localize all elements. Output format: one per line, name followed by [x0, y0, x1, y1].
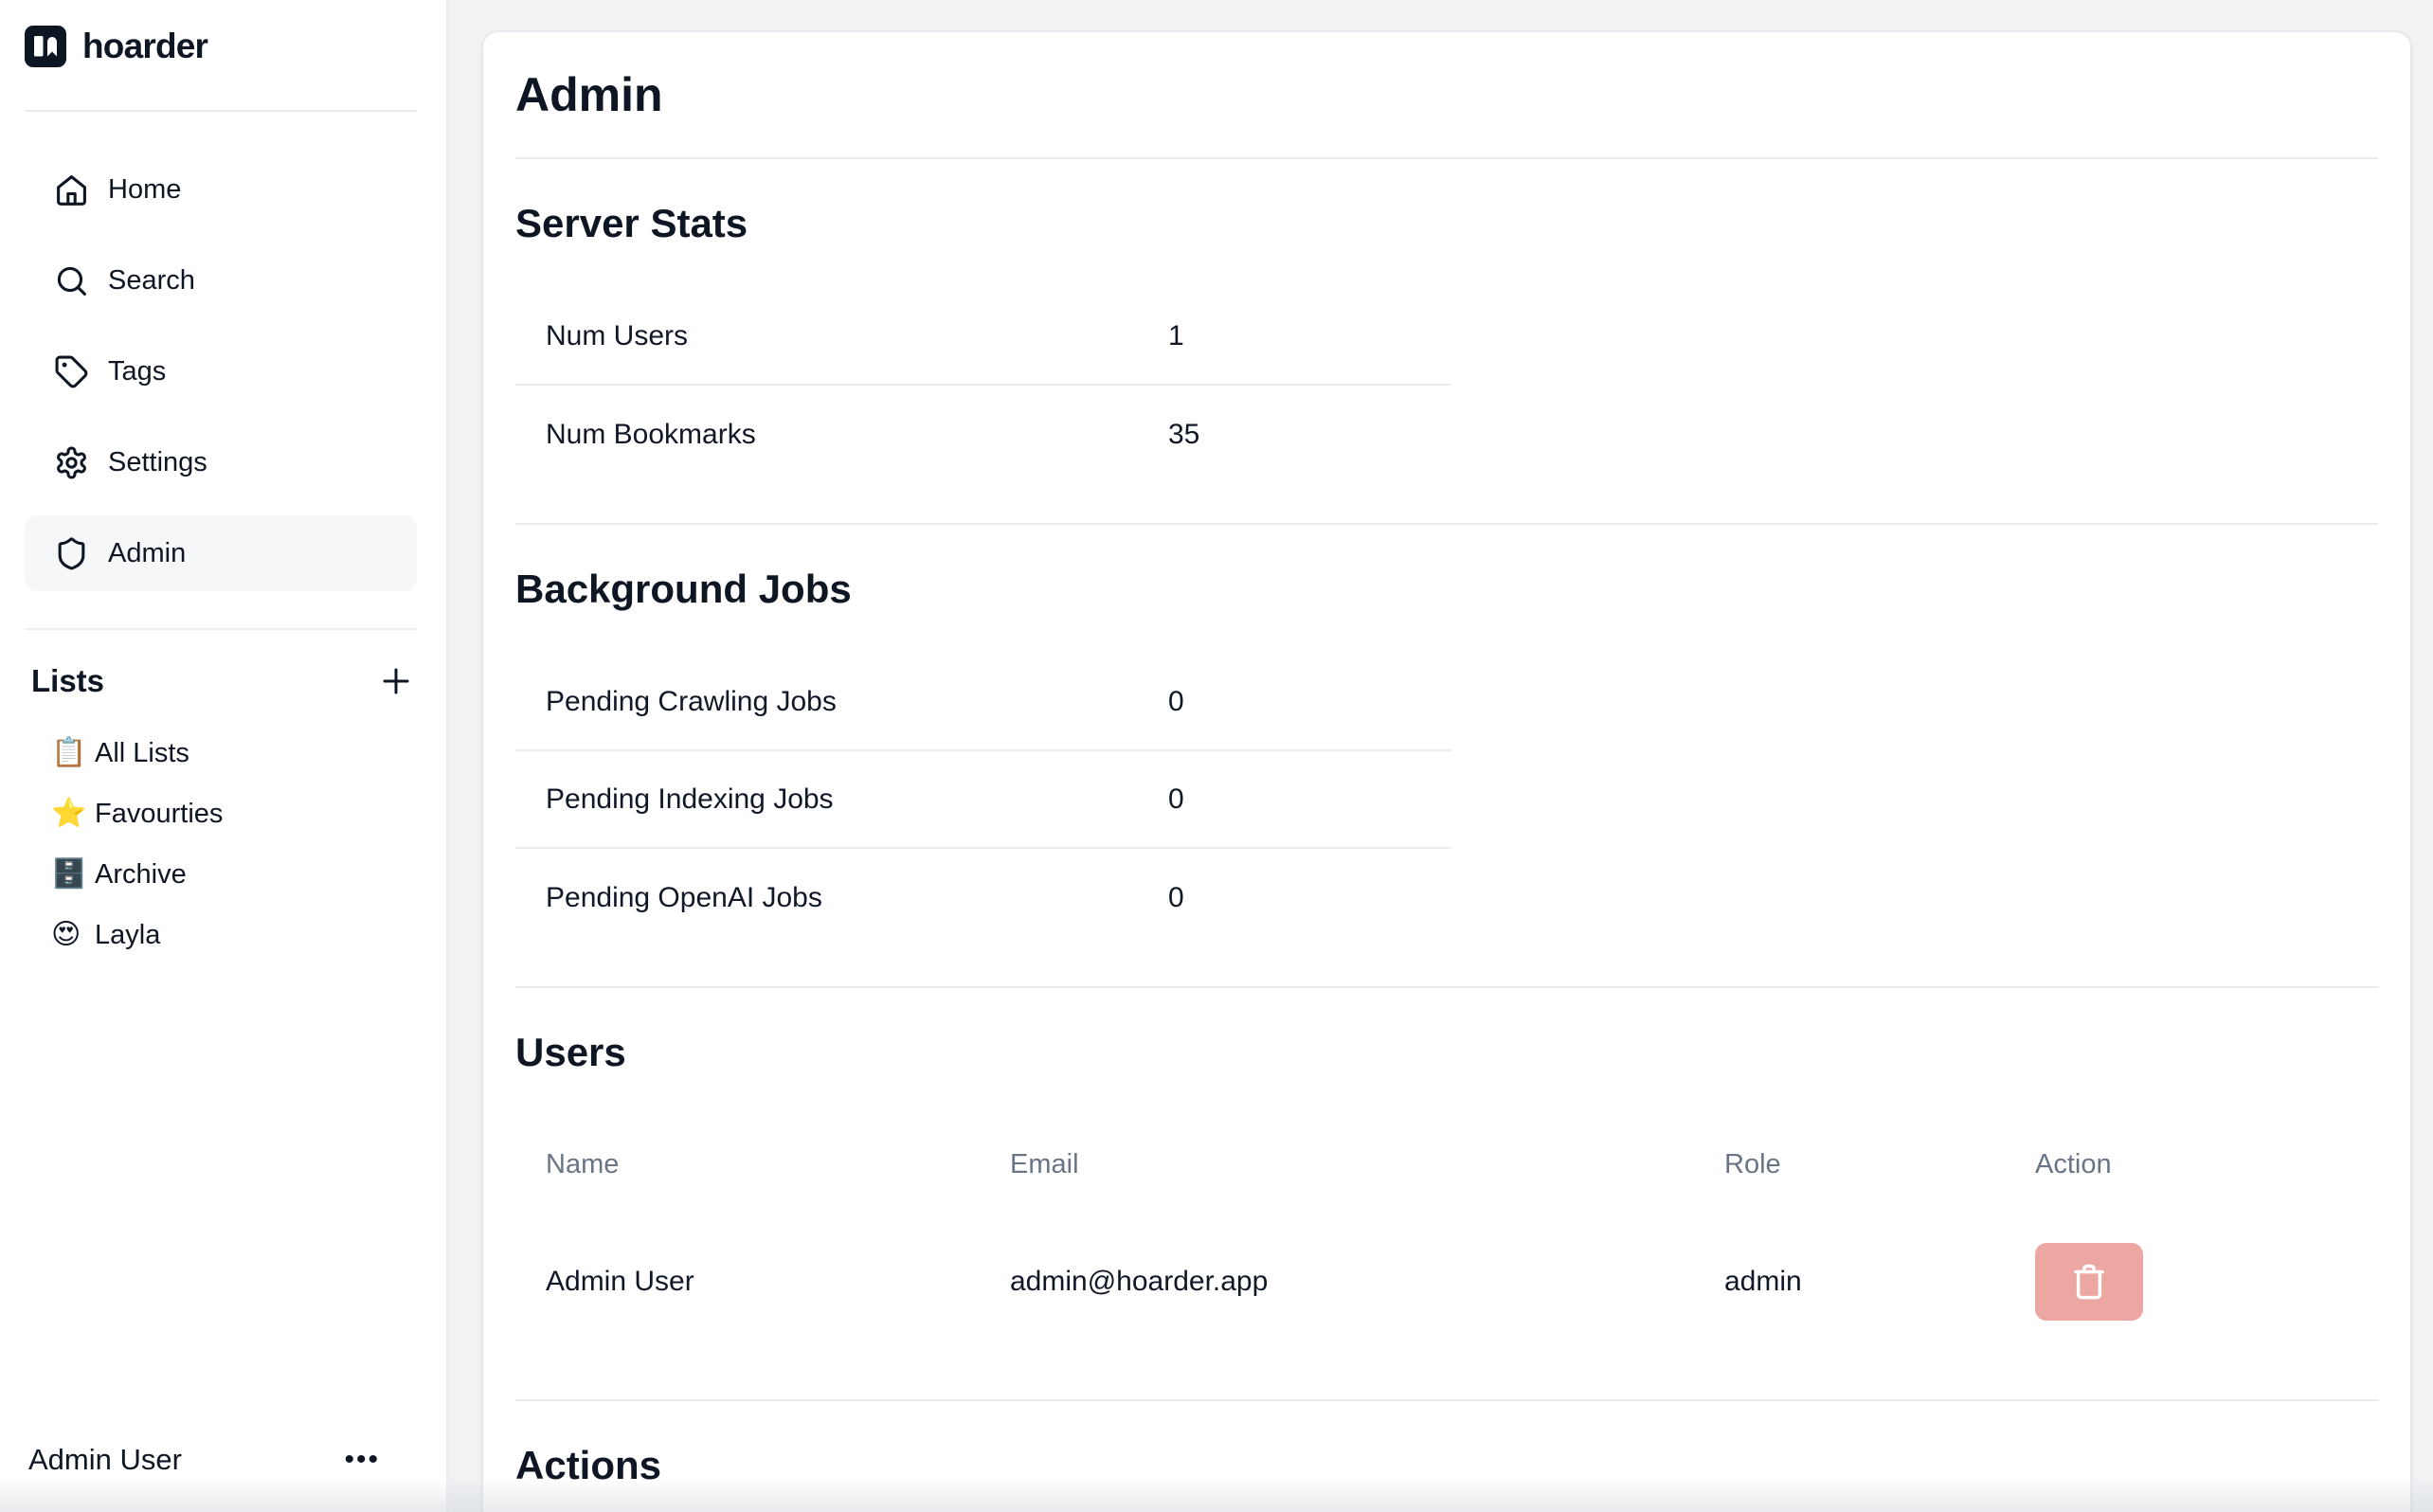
gear-icon: [54, 445, 89, 480]
stat-label: Pending Crawling Jobs: [515, 686, 1168, 718]
users-title: Users: [515, 1028, 2378, 1077]
list-item-archive[interactable]: 🗄️ Archive: [25, 844, 417, 905]
page-title: Admin: [515, 67, 663, 122]
sidebar-divider: [25, 628, 417, 630]
stat-label: Num Bookmarks: [515, 419, 1168, 451]
add-list-button[interactable]: [375, 660, 417, 702]
list-item-layla[interactable]: 😍 Layla: [25, 905, 417, 965]
column-header-name: Name: [515, 1149, 980, 1180]
list-label: All Lists: [95, 738, 189, 769]
sidebar-divider: [25, 110, 417, 112]
server-stats-table: Num Users 1 Num Bookmarks 35: [515, 288, 1451, 483]
actions-section: Actions: [515, 1401, 2378, 1512]
user-name-cell: Admin User: [515, 1266, 980, 1298]
user-menu-button[interactable]: •••: [344, 1446, 380, 1474]
stat-label: Num Users: [515, 320, 1168, 352]
lists-section: Lists 📋 All Lists ⭐ Favourties 🗄️ Archiv…: [25, 628, 417, 965]
lists-title: Lists: [31, 663, 104, 699]
table-row: Num Bookmarks 35: [515, 386, 1451, 483]
table-row: Pending OpenAI Jobs 0: [515, 849, 1451, 946]
page-title-row: Admin: [515, 32, 2378, 159]
sidebar-item-home[interactable]: Home: [25, 152, 417, 227]
primary-nav: Home Search Tags Settings Admin: [25, 152, 417, 606]
main-area: Admin Server Stats Num Users 1 Num Bookm…: [450, 0, 2433, 1512]
delete-user-button[interactable]: [2035, 1243, 2143, 1321]
background-jobs-table: Pending Crawling Jobs 0 Pending Indexing…: [515, 654, 1451, 946]
users-section: Users Name Email Role Action Admin User …: [515, 988, 2378, 1401]
sidebar-item-tags[interactable]: Tags: [25, 333, 417, 409]
stat-value: 0: [1168, 882, 1184, 914]
stat-value: 35: [1168, 419, 1199, 451]
column-header-role: Role: [1694, 1149, 2005, 1180]
plus-icon: [379, 664, 413, 698]
hoarder-logo-icon: [25, 26, 66, 67]
sidebar-item-settings[interactable]: Settings: [25, 424, 417, 500]
clipboard-emoji-icon: 📋: [51, 739, 95, 767]
nav-label: Home: [108, 174, 181, 206]
user-email-cell: admin@hoarder.app: [980, 1266, 1694, 1298]
list-label: Archive: [95, 859, 187, 891]
users-table-header: Name Email Role Action: [515, 1125, 2378, 1204]
search-icon: [54, 263, 89, 298]
background-jobs-section: Background Jobs Pending Crawling Jobs 0 …: [515, 525, 2378, 988]
column-header-action: Action: [2005, 1149, 2378, 1180]
app-name: hoarder: [82, 27, 207, 66]
trash-icon: [2069, 1262, 2109, 1302]
list-item-favourties[interactable]: ⭐ Favourties: [25, 783, 417, 844]
stat-value: 1: [1168, 320, 1184, 352]
current-user-name: Admin User: [28, 1443, 182, 1477]
nav-label: Settings: [108, 447, 207, 478]
file-cabinet-emoji-icon: 🗄️: [51, 860, 95, 889]
star-emoji-icon: ⭐: [51, 800, 95, 828]
table-row: Pending Crawling Jobs 0: [515, 654, 1451, 751]
nav-label: Admin: [108, 538, 186, 569]
user-role-cell: admin: [1694, 1266, 2005, 1298]
sidebar-item-search[interactable]: Search: [25, 243, 417, 318]
stat-value: 0: [1168, 783, 1184, 816]
server-stats-title: Server Stats: [515, 199, 2378, 248]
table-row: Admin User admin@hoarder.app admin: [515, 1204, 2378, 1359]
list-label: Favourties: [95, 799, 223, 830]
server-stats-section: Server Stats Num Users 1 Num Bookmarks 3…: [515, 159, 2378, 525]
app-logo[interactable]: hoarder: [25, 26, 207, 67]
sidebar: hoarder Home Search Tags Settings: [0, 0, 448, 1512]
home-icon: [54, 172, 89, 207]
heart-eyes-emoji-icon: 😍: [51, 921, 95, 949]
shield-icon: [54, 536, 89, 571]
nav-label: Tags: [108, 356, 166, 387]
admin-panel: Admin Server Stats Num Users 1 Num Bookm…: [481, 30, 2412, 1512]
list-item-all-lists[interactable]: 📋 All Lists: [25, 723, 417, 783]
nav-label: Search: [108, 265, 195, 297]
users-table: Name Email Role Action Admin User admin@…: [515, 1125, 2378, 1359]
stat-label: Pending Indexing Jobs: [515, 783, 1168, 816]
stat-value: 0: [1168, 686, 1184, 718]
user-action-cell: [2005, 1243, 2378, 1321]
column-header-email: Email: [980, 1149, 1694, 1180]
sidebar-item-admin[interactable]: Admin: [25, 515, 417, 591]
tag-icon: [54, 354, 89, 389]
sidebar-footer: Admin User •••: [28, 1431, 380, 1489]
actions-title: Actions: [515, 1441, 2378, 1490]
background-jobs-title: Background Jobs: [515, 565, 2378, 614]
table-row: Pending Indexing Jobs 0: [515, 751, 1451, 849]
list-label: Layla: [95, 920, 160, 951]
stat-label: Pending OpenAI Jobs: [515, 882, 1168, 914]
table-row: Num Users 1: [515, 288, 1451, 386]
